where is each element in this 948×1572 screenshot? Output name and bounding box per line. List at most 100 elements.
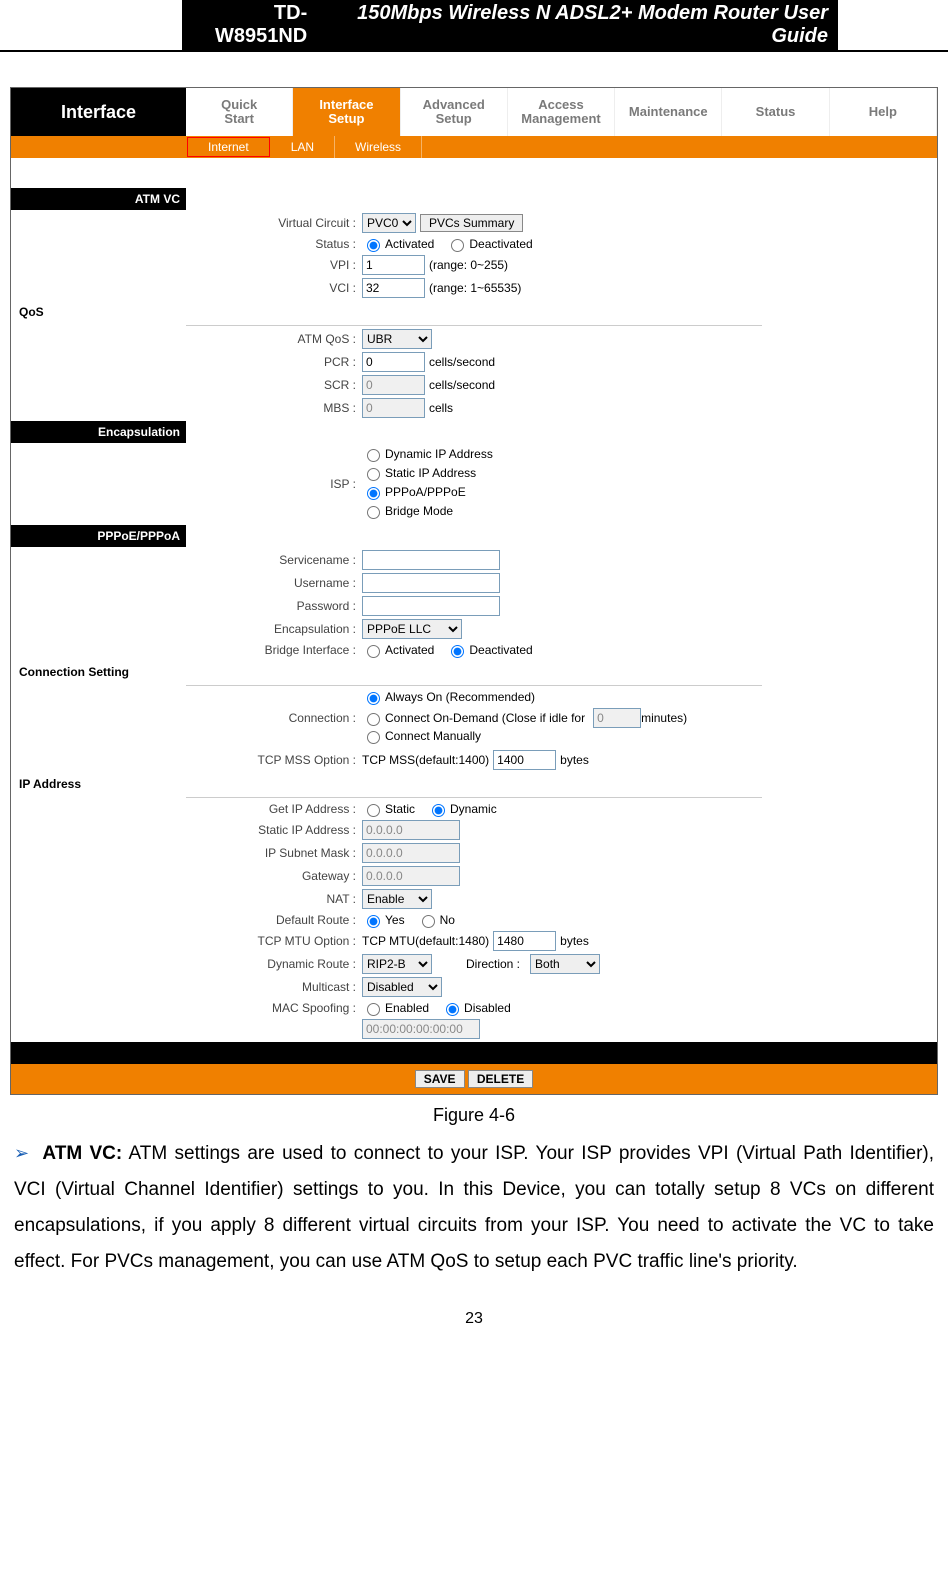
bridge-deactivated-radio[interactable]: Deactivated [446, 642, 532, 658]
get-ip-dynamic-radio[interactable]: Dynamic [427, 801, 497, 817]
sub-nav-spacer [11, 136, 186, 158]
nav-status[interactable]: Status [722, 88, 829, 136]
gateway-input [362, 866, 460, 886]
dynamic-route-select[interactable]: RIP2-B [362, 954, 432, 974]
header-model: TD-W8951ND [186, 2, 307, 48]
bottom-black-bar [11, 1042, 937, 1064]
mac-spoof-disabled-radio[interactable]: Disabled [441, 1000, 511, 1016]
nav-items: Quick Start Interface Setup Advanced Set… [186, 88, 937, 136]
top-nav: Interface Quick Start Interface Setup Ad… [11, 88, 937, 136]
tcp-mss-unit: bytes [560, 753, 589, 767]
tcp-mss-label: TCP MSS Option : [11, 753, 362, 767]
mac-address-input [362, 1019, 480, 1039]
static-ip-label: Static IP Address : [11, 823, 362, 837]
status-label: Status : [11, 237, 362, 251]
scr-unit: cells/second [429, 378, 495, 392]
vpi-hint: (range: 0~255) [429, 258, 508, 272]
password-input[interactable] [362, 596, 500, 616]
save-button[interactable]: SAVE [415, 1070, 465, 1088]
nav-maintenance[interactable]: Maintenance [615, 88, 722, 136]
router-panel: Interface Quick Start Interface Setup Ad… [10, 87, 938, 1095]
sub-nav-wireless[interactable]: Wireless [335, 136, 422, 158]
section-pppoe-pppoa: PPPoE/PPPoA [11, 525, 186, 547]
encapsulation-label: Encapsulation : [11, 622, 362, 636]
pvcs-summary-button[interactable]: PVCs Summary [420, 214, 523, 232]
mac-spoof-enabled-radio[interactable]: Enabled [362, 1000, 429, 1016]
password-label: Password : [11, 599, 362, 613]
isp-label: ISP : [11, 477, 362, 491]
mbs-input [362, 398, 425, 418]
page-number: 23 [0, 1310, 948, 1328]
vci-hint: (range: 1~65535) [429, 281, 521, 295]
figure-caption: Figure 4-6 [0, 1105, 948, 1126]
get-ip-label: Get IP Address : [11, 802, 362, 816]
servicename-input[interactable] [362, 550, 500, 570]
connection-always-on-radio[interactable]: Always On (Recommended) [362, 689, 535, 705]
bridge-interface-label: Bridge Interface : [11, 643, 362, 657]
vpi-input[interactable] [362, 255, 425, 275]
nav-interface-setup[interactable]: Interface Setup [293, 88, 400, 136]
default-route-no-radio[interactable]: No [417, 912, 455, 928]
atm-qos-label: ATM QoS : [11, 332, 362, 346]
idle-suffix: minutes) [641, 711, 687, 725]
virtual-circuit-select[interactable]: PVC0 [362, 213, 416, 233]
nav-access-management[interactable]: Access Management [508, 88, 615, 136]
isp-static-ip-radio[interactable]: Static IP Address [362, 465, 476, 481]
connection-on-demand-radio[interactable]: Connect On-Demand (Close if idle for [362, 710, 585, 726]
virtual-circuit-label: Virtual Circuit : [11, 216, 362, 230]
delete-button[interactable]: DELETE [468, 1070, 533, 1088]
tcp-mss-input[interactable] [493, 750, 556, 770]
sub-nav: Internet LAN Wireless [11, 136, 937, 158]
description-bold: ATM VC: [42, 1143, 122, 1164]
default-route-label: Default Route : [11, 913, 362, 927]
multicast-label: Multicast : [11, 980, 362, 994]
save-bar: SAVE DELETE [11, 1064, 937, 1094]
bridge-activated-radio[interactable]: Activated [362, 642, 434, 658]
connection-manually-radio[interactable]: Connect Manually [362, 728, 481, 744]
mbs-unit: cells [429, 401, 453, 415]
section-atm-vc: ATM VC [11, 188, 186, 210]
sub-nav-lan[interactable]: LAN [271, 136, 335, 158]
isp-dynamic-ip-radio[interactable]: Dynamic IP Address [362, 446, 493, 462]
multicast-select[interactable]: Disabled [362, 977, 442, 997]
section-encapsulation: Encapsulation [11, 421, 186, 443]
description-text: ATM settings are used to connect to your… [14, 1143, 934, 1272]
header-title: 150Mbps Wireless N ADSL2+ Modem Router U… [313, 2, 828, 48]
nav-help[interactable]: Help [830, 88, 937, 136]
pcr-label: PCR : [11, 355, 362, 369]
vci-input[interactable] [362, 278, 425, 298]
gateway-label: Gateway : [11, 869, 362, 883]
white-band [11, 158, 937, 188]
status-deactivated-radio[interactable]: Deactivated [446, 236, 532, 252]
tcp-mtu-unit: bytes [560, 934, 589, 948]
direction-select[interactable]: Both [530, 954, 600, 974]
isp-pppoa-pppoe-radio[interactable]: PPPoA/PPPoE [362, 484, 466, 500]
vci-label: VCI : [11, 281, 362, 295]
sub-nav-internet[interactable]: Internet [187, 137, 270, 157]
atm-qos-select[interactable]: UBR [362, 329, 432, 349]
direction-label: Direction : [466, 957, 520, 971]
dynamic-route-label: Dynamic Route : [11, 957, 362, 971]
scr-label: SCR : [11, 378, 362, 392]
nav-advanced-setup[interactable]: Advanced Setup [401, 88, 508, 136]
tcp-mtu-input[interactable] [493, 931, 556, 951]
section-qos: QoS [11, 301, 190, 323]
bullet-icon: ➢ [14, 1143, 29, 1163]
idle-minutes-input [593, 708, 641, 728]
nav-quick-start[interactable]: Quick Start [186, 88, 293, 136]
status-activated-radio[interactable]: Activated [362, 236, 434, 252]
mac-spoofing-label: MAC Spoofing : [11, 1001, 362, 1015]
servicename-label: Servicename : [11, 553, 362, 567]
username-label: Username : [11, 576, 362, 590]
isp-bridge-mode-radio[interactable]: Bridge Mode [362, 503, 453, 519]
pcr-input[interactable] [362, 352, 425, 372]
encapsulation-select[interactable]: PPPoE LLC [362, 619, 462, 639]
username-input[interactable] [362, 573, 500, 593]
get-ip-static-radio[interactable]: Static [362, 801, 415, 817]
tcp-mtu-label: TCP MTU Option : [11, 934, 362, 948]
default-route-yes-radio[interactable]: Yes [362, 912, 405, 928]
section-ip-address: IP Address [11, 773, 190, 795]
page-header: TD-W8951ND 150Mbps Wireless N ADSL2+ Mod… [0, 0, 948, 52]
nat-select[interactable]: Enable [362, 889, 432, 909]
connection-label: Connection : [11, 711, 362, 725]
